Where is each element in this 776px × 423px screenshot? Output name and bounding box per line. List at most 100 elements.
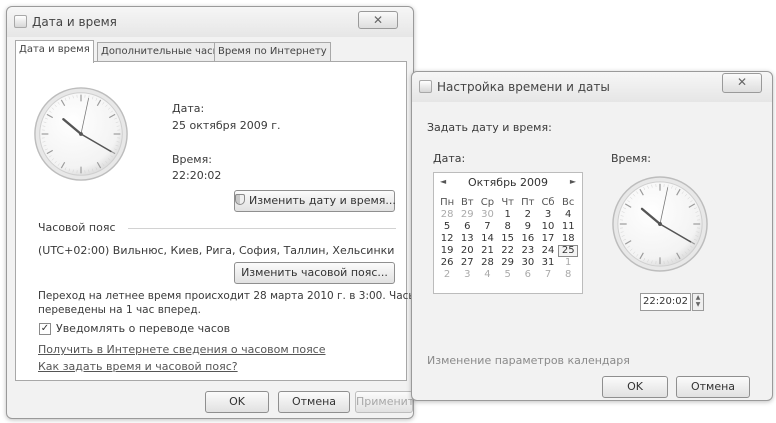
calendar-day[interactable]: 26 (437, 257, 457, 269)
set-date-time-dialog: Настройка времени и даты ✕ Задать дату и… (411, 71, 773, 401)
change-date-time-label: Изменить дату и время... (249, 194, 396, 207)
weekday-header: Ср (480, 197, 495, 208)
calendar-day[interactable]: 2 (437, 269, 457, 281)
spin-down-icon[interactable]: ▼ (693, 301, 703, 308)
calendar-day[interactable]: 5 (437, 221, 457, 233)
window-icon (419, 80, 432, 93)
close-button[interactable]: ✕ (722, 73, 762, 93)
close-button[interactable]: ✕ (358, 11, 398, 29)
prompt-label: Задать дату и время: (427, 121, 552, 134)
spin-up-icon[interactable]: ▲ (693, 294, 703, 301)
calendar-day[interactable]: 13 (457, 233, 477, 245)
timezone-value: (UTC+02:00) Вильнюс, Киев, Рига, София, … (38, 244, 395, 257)
calendar-week-row: 26 27 28 29 30 31 1 (437, 257, 579, 269)
calendar-day[interactable]: 25 (558, 245, 579, 257)
calendar-day[interactable]: 1 (558, 257, 578, 269)
ok-button[interactable]: OK (205, 391, 269, 413)
notify-checkbox[interactable]: ✓ (39, 323, 51, 335)
weekday-header: Вт (460, 197, 474, 208)
date-label: Дата: (172, 102, 205, 115)
calendar-day[interactable]: 31 (538, 257, 558, 269)
calendar-day[interactable]: 24 (538, 245, 558, 257)
tab-additional-clocks[interactable]: Дополнительные часы (97, 42, 225, 62)
calendar-day[interactable]: 6 (457, 221, 477, 233)
calendar-day[interactable]: 8 (498, 221, 518, 233)
calendar-day[interactable]: 27 (457, 257, 477, 269)
calendar-day[interactable]: 8 (558, 269, 578, 281)
ok-button[interactable]: OK (602, 376, 668, 398)
calendar-day[interactable]: 11 (558, 221, 578, 233)
weekday-header: Пн (440, 197, 455, 208)
calendar-week-row: 2345678 (437, 269, 579, 281)
calendar-day[interactable]: 30 (477, 209, 497, 221)
calendar-day[interactable]: 17 (538, 233, 558, 245)
calendar-day[interactable]: 4 (477, 269, 497, 281)
next-month-button[interactable]: ► (570, 177, 576, 186)
weekday-header: Чт (501, 197, 514, 208)
window-title: Дата и время (32, 15, 117, 29)
time-input[interactable]: 22:20:02 (640, 293, 691, 311)
calendar-week-row: 5 6 7 8 9 10 11 (437, 221, 579, 233)
apply-button[interactable]: Применить (355, 391, 413, 413)
change-date-time-button[interactable]: Изменить дату и время... (234, 190, 396, 212)
time-label: Время: (172, 153, 212, 166)
calendar-day[interactable]: 29 (498, 257, 518, 269)
calendar-day[interactable]: 3 (457, 269, 477, 281)
date-label: Дата: (433, 152, 466, 165)
tab-panel: Дата: 25 октября 2009 г. Время: 22:20:02… (15, 61, 452, 381)
calendar-day[interactable]: 9 (518, 221, 538, 233)
calendar-settings-link[interactable]: Изменение параметров календаря (427, 354, 630, 367)
time-spinner[interactable]: ▲ ▼ (692, 293, 704, 311)
weekday-header: Сб (541, 197, 555, 208)
calendar-day[interactable]: 19 (437, 245, 457, 257)
weekday-header: Вс (562, 197, 575, 208)
title-bar: Настройка времени и даты ✕ (412, 72, 772, 102)
tab-internet-time[interactable]: Время по Интернету (214, 42, 331, 62)
timezone-info-link[interactable]: Получить в Интернете сведения о часовом … (38, 343, 326, 356)
calendar-grid: Пн Вт Ср Чт Пт Сб Вс 28 29 30 1 2 3 4 5 6 7 8 9 10 11 12 13 14 1… (437, 197, 579, 281)
window-title: Настройка времени и даты (437, 80, 610, 94)
change-timezone-button[interactable]: Изменить часовой пояс... (234, 262, 395, 284)
calendar-day[interactable]: 28 (437, 209, 457, 221)
calendar-day[interactable]: 3 (538, 209, 558, 221)
calendar-day[interactable]: 30 (518, 257, 538, 269)
calendar-day[interactable]: 12 (437, 233, 457, 245)
calendar-day[interactable]: 14 (477, 233, 497, 245)
calendar-week-row: 28 29 30 1 2 3 4 (437, 209, 579, 221)
weekday-header: Пт (521, 197, 535, 208)
dst-info-line1: Переход на летнее время происходит 28 ма… (38, 290, 453, 302)
how-to-set-time-link[interactable]: Как задать время и часовой пояс? (38, 360, 238, 373)
calendar-day[interactable]: 22 (498, 245, 518, 257)
calendar-day[interactable]: 16 (518, 233, 538, 245)
calendar-day[interactable]: 23 (518, 245, 538, 257)
tab-date-time[interactable]: Дата и время (15, 40, 94, 63)
calendar-day[interactable]: 5 (498, 269, 518, 281)
calendar-day[interactable]: 15 (498, 233, 518, 245)
dst-info-line2: переведены на 1 час вперед. (38, 304, 201, 316)
calendar-day[interactable]: 1 (498, 209, 518, 221)
calendar-title[interactable]: Октябрь 2009 (434, 176, 582, 189)
calendar-day[interactable]: 7 (538, 269, 558, 281)
time-value: 22:20:02 (172, 169, 222, 182)
calendar-day[interactable]: 6 (518, 269, 538, 281)
calendar-day[interactable]: 7 (477, 221, 497, 233)
calendar-day[interactable]: 20 (457, 245, 477, 257)
calendar-day[interactable]: 18 (558, 233, 578, 245)
calendar-week-row: 12 13 14 15 16 17 18 (437, 233, 579, 245)
calendar-day[interactable]: 10 (538, 221, 558, 233)
date-time-dialog: Дата и время ✕ Дата и время Дополнительн… (6, 6, 452, 419)
calendar-day[interactable]: 28 (477, 257, 497, 269)
title-bar: Дата и время ✕ (7, 7, 413, 37)
calendar-day[interactable]: 21 (477, 245, 497, 257)
calendar-day[interactable]: 29 (457, 209, 477, 221)
notify-label: Уведомлять о переводе часов (56, 322, 231, 335)
analog-clock (612, 176, 708, 272)
calendar-day[interactable]: 4 (558, 209, 578, 221)
weekday-header-row: Пн Вт Ср Чт Пт Сб Вс (437, 197, 579, 209)
date-value: 25 октября 2009 г. (172, 119, 281, 132)
calendar-day[interactable]: 2 (518, 209, 538, 221)
checkmark-icon: ✓ (40, 323, 50, 334)
separator (128, 228, 396, 229)
cancel-button[interactable]: Отмена (676, 376, 750, 398)
cancel-button[interactable]: Отмена (278, 391, 350, 413)
